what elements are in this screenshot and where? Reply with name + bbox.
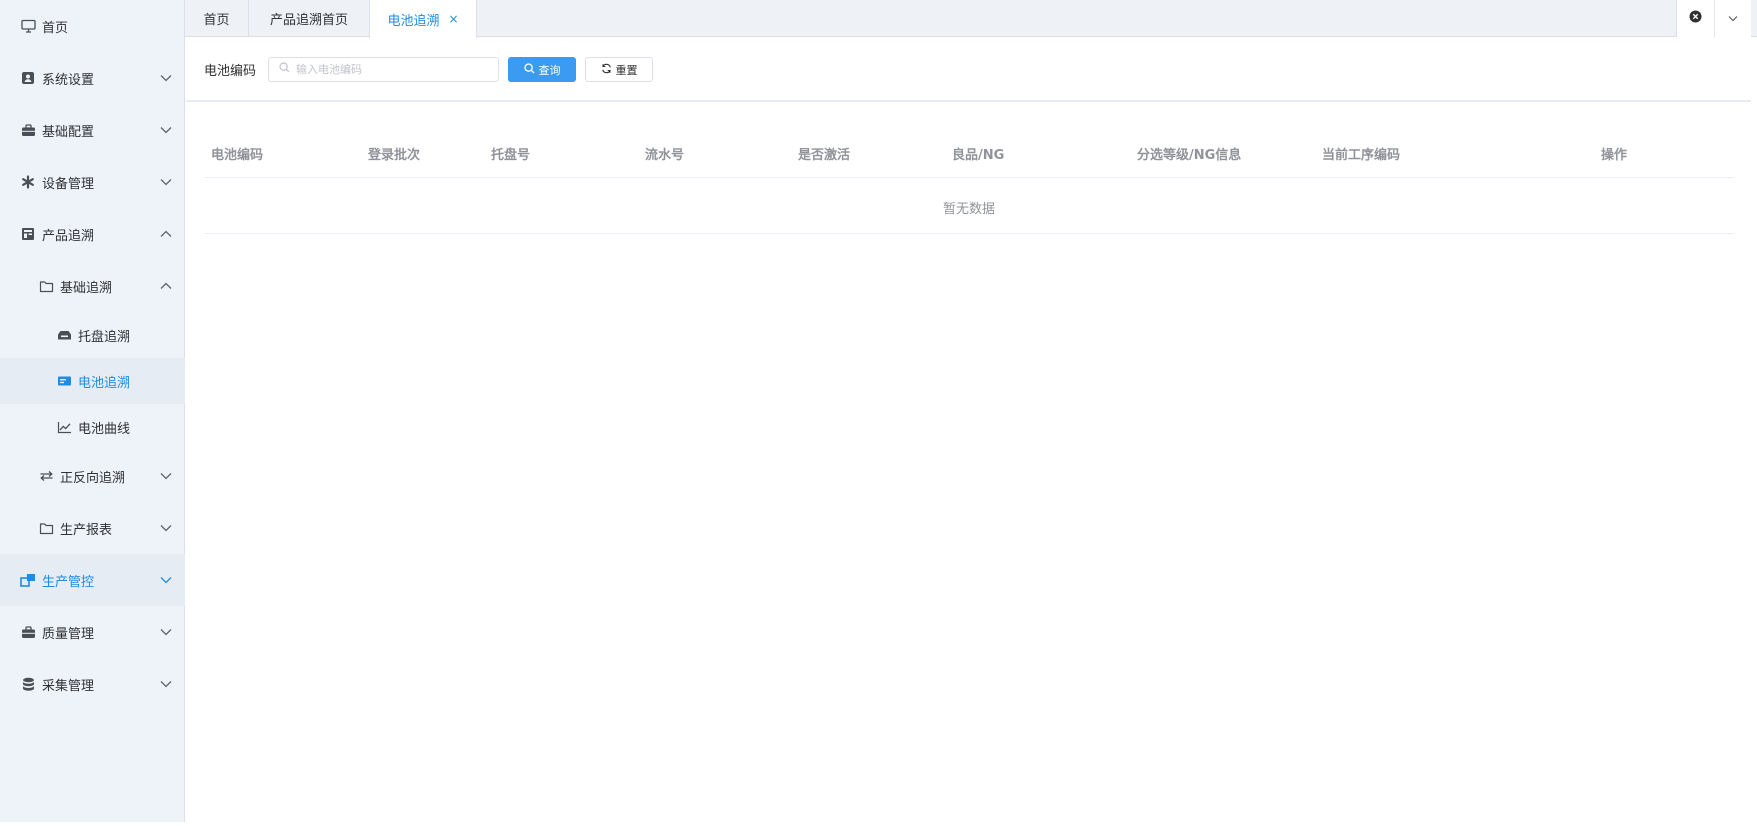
column-header: 流水号 bbox=[645, 148, 685, 163]
asterisk-icon bbox=[20, 174, 36, 190]
column-header: 登录批次 bbox=[368, 148, 421, 163]
table-header: 电池编码 登录批次 托盘号 流水号 是否激活 良品/NG 分选等级/NG信息 当… bbox=[204, 124, 1734, 178]
sidebar-item-collection-mgmt[interactable]: 采集管理 bbox=[0, 658, 185, 710]
sidebar-item-system-settings[interactable]: 系统设置 bbox=[0, 52, 185, 104]
sidebar-item-basic-config[interactable]: 基础配置 bbox=[0, 104, 185, 156]
sidebar-item-product-trace[interactable]: 产品追溯 bbox=[0, 208, 185, 260]
tab-actions bbox=[1676, 0, 1751, 37]
empty-text: 暂无数据 bbox=[942, 202, 995, 217]
sidebar-item-fwd-rev-trace[interactable]: 正反向追溯 bbox=[0, 450, 185, 502]
tab-close-icon[interactable]: × bbox=[448, 12, 458, 26]
chevron-down-icon bbox=[160, 678, 172, 690]
sidebar-item-label: 正反向追溯 bbox=[60, 470, 126, 486]
tab-label: 产品追溯首页 bbox=[269, 13, 348, 28]
chevron-down-icon bbox=[160, 72, 172, 84]
sidebar-item-label: 生产报表 bbox=[60, 522, 113, 538]
app-root: 首页 系统设置 基础配置 设备管理 产品追溯 基础追溯 托盘追溯 电池追溯 电池… bbox=[0, 0, 1757, 826]
windows-icon bbox=[20, 572, 36, 588]
sidebar-item-label: 系统设置 bbox=[42, 72, 95, 88]
tab-menu-button[interactable] bbox=[1713, 0, 1752, 37]
main-content: 电池编码 查询 重置 电池编码 bbox=[186, 38, 1751, 822]
sidebar-item-label: 首页 bbox=[42, 20, 69, 36]
column-header: 是否激活 bbox=[798, 148, 851, 163]
sidebar-item-basic-trace[interactable]: 基础追溯 bbox=[0, 260, 185, 312]
query-button[interactable]: 查询 bbox=[508, 57, 576, 82]
chevron-up-icon bbox=[160, 280, 172, 292]
server-icon bbox=[20, 226, 36, 242]
refresh-icon bbox=[601, 63, 612, 77]
database-icon bbox=[20, 676, 36, 692]
battery-code-input[interactable] bbox=[296, 63, 486, 76]
table-empty-row: 暂无数据 bbox=[204, 178, 1734, 234]
chevron-down-icon bbox=[160, 522, 172, 534]
sidebar-item-production-control[interactable]: 生产管控 bbox=[0, 554, 185, 606]
column-header: 当前工序编码 bbox=[1322, 148, 1401, 163]
toolbox-icon bbox=[20, 122, 36, 138]
chevron-down-icon bbox=[160, 470, 172, 482]
chevron-down-icon bbox=[160, 626, 172, 638]
folder-icon bbox=[38, 278, 54, 294]
sidebar-item-label: 托盘追溯 bbox=[78, 329, 131, 345]
tab-product-trace-home[interactable]: 产品追溯首页 bbox=[249, 0, 370, 37]
close-circle-icon bbox=[1689, 10, 1702, 27]
column-header: 分选等级/NG信息 bbox=[1137, 148, 1242, 163]
sidebar-item-label: 产品追溯 bbox=[42, 228, 95, 244]
column-header: 操作 bbox=[1601, 148, 1628, 163]
column-header: 良品/NG bbox=[952, 148, 1005, 163]
tab-bar: 首页 产品追溯首页 电池追溯 × bbox=[185, 0, 1757, 38]
sidebar: 首页 系统设置 基础配置 设备管理 产品追溯 基础追溯 托盘追溯 电池追溯 电池… bbox=[0, 0, 185, 822]
line-chart-icon bbox=[56, 419, 72, 435]
user-card-icon bbox=[20, 70, 36, 86]
sidebar-item-device-mgmt[interactable]: 设备管理 bbox=[0, 156, 185, 208]
battery-trace-table: 电池编码 登录批次 托盘号 流水号 是否激活 良品/NG 分选等级/NG信息 当… bbox=[204, 124, 1734, 234]
sidebar-item-label: 质量管理 bbox=[42, 626, 95, 642]
battery-code-label: 电池编码 bbox=[204, 64, 257, 79]
sidebar-item-battery-trace[interactable]: 电池追溯 bbox=[0, 358, 185, 404]
sidebar-item-label: 设备管理 bbox=[42, 176, 95, 192]
reset-button-label: 重置 bbox=[615, 63, 638, 77]
tab-label: 电池追溯 bbox=[387, 13, 440, 29]
column-header: 托盘号 bbox=[491, 148, 531, 163]
folder-icon bbox=[38, 520, 54, 536]
sidebar-item-label: 电池曲线 bbox=[78, 421, 131, 437]
sidebar-item-production-report[interactable]: 生产报表 bbox=[0, 502, 185, 554]
sidebar-item-label: 基础配置 bbox=[42, 124, 95, 140]
sidebar-item-label: 电池追溯 bbox=[78, 375, 131, 391]
tray-icon bbox=[56, 327, 72, 343]
sidebar-item-tray-trace[interactable]: 托盘追溯 bbox=[0, 312, 185, 358]
tab-home[interactable]: 首页 bbox=[185, 0, 249, 37]
briefcase-icon bbox=[20, 624, 36, 640]
chevron-down-icon bbox=[160, 124, 172, 136]
sidebar-item-home[interactable]: 首页 bbox=[0, 0, 185, 52]
sidebar-item-battery-curve[interactable]: 电池曲线 bbox=[0, 404, 185, 450]
search-icon bbox=[279, 62, 290, 77]
chevron-down-icon bbox=[160, 574, 172, 586]
reset-button[interactable]: 重置 bbox=[585, 57, 653, 82]
sidebar-item-label: 生产管控 bbox=[42, 574, 95, 590]
chevron-down-icon bbox=[160, 176, 172, 188]
monitor-icon bbox=[20, 18, 36, 34]
column-header: 电池编码 bbox=[211, 148, 264, 163]
battery-code-field[interactable] bbox=[268, 57, 499, 82]
search-icon bbox=[523, 62, 535, 77]
battery-card-icon bbox=[56, 373, 72, 389]
sidebar-item-quality-mgmt[interactable]: 质量管理 bbox=[0, 606, 185, 658]
close-all-tabs-button[interactable] bbox=[1677, 0, 1714, 37]
swap-arrows-icon bbox=[38, 468, 54, 484]
sidebar-item-label: 采集管理 bbox=[42, 678, 95, 694]
search-bar: 电池编码 查询 重置 bbox=[186, 38, 1751, 102]
sidebar-item-label: 基础追溯 bbox=[60, 280, 113, 296]
chevron-up-icon bbox=[160, 228, 172, 240]
query-button-label: 查询 bbox=[538, 63, 561, 77]
tab-battery-trace[interactable]: 电池追溯 × bbox=[369, 0, 477, 38]
chevron-down-icon bbox=[1728, 11, 1738, 26]
tab-label: 首页 bbox=[203, 13, 230, 28]
